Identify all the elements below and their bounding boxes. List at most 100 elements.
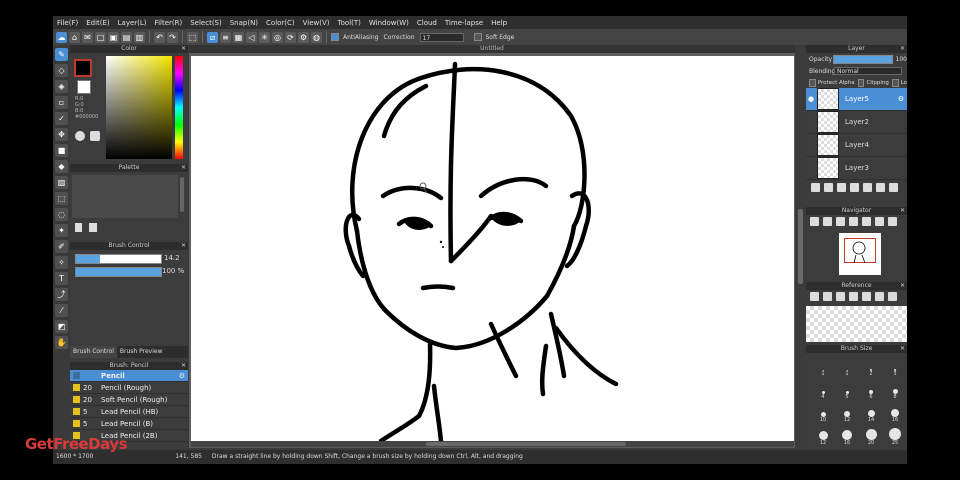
delete-layer-icon[interactable] (863, 182, 872, 192)
home-icon[interactable]: ⌂ (69, 31, 80, 43)
panel-close-icon[interactable]: ✕ (900, 207, 905, 215)
divide-tool-icon[interactable]: ◩ (55, 320, 68, 333)
brush-item[interactable]: 5 Lead Pencil (B) (70, 418, 188, 430)
selection-icon[interactable]: ⬚ (187, 31, 198, 43)
brush-item[interactable]: 20 Soft Pencil (Rough) (70, 394, 188, 406)
bg-color-swatch[interactable] (77, 80, 91, 94)
chat-icon[interactable]: ✉ (82, 31, 93, 43)
fit-icon[interactable] (888, 217, 897, 226)
reference-fit-icon[interactable] (875, 292, 884, 301)
panel-close-icon[interactable]: ✕ (181, 362, 186, 370)
rotate-left-icon[interactable] (849, 217, 858, 226)
brush-item[interactable]: 5 Lead Pencil (HB) (70, 406, 188, 418)
palette-delete-icon[interactable] (89, 223, 97, 232)
brush-size-cell[interactable]: 16 (836, 424, 858, 446)
brush-size-cell[interactable]: 1 (836, 355, 858, 377)
eraser-tool-icon[interactable]: ◇ (55, 64, 68, 77)
brush-size-cell[interactable]: 1 (812, 355, 834, 377)
canvas-tab[interactable]: Untitled (189, 45, 795, 53)
menu-select[interactable]: Select(S) (186, 19, 226, 27)
brush-item[interactable]: Pencil ⚙ (70, 370, 188, 382)
operation-tool-icon[interactable]: ⤴ (55, 288, 68, 301)
layer-blending-select[interactable]: Normal (834, 67, 902, 75)
menu-timelapse[interactable]: Time-lapse (441, 19, 487, 27)
menu-window[interactable]: Window(W) (365, 19, 413, 27)
undo-icon[interactable]: ↶ (154, 31, 165, 43)
drawing-canvas[interactable] (191, 56, 794, 441)
merge-layer-icon[interactable] (889, 182, 898, 192)
layer-settings-icon[interactable]: ⚙ (898, 95, 904, 103)
brush-size-cell[interactable]: 14 (860, 401, 882, 423)
menu-view[interactable]: View(V) (299, 19, 334, 27)
add-halftone-layer-icon[interactable] (824, 182, 833, 192)
reference-open-icon[interactable] (823, 292, 832, 301)
brush-size-slider[interactable] (75, 254, 162, 264)
panel-close-icon[interactable]: ✕ (181, 164, 186, 172)
menu-file[interactable]: File(F) (53, 19, 82, 27)
palette-scrollbar[interactable] (180, 177, 184, 212)
export-icon[interactable]: ▥ (134, 31, 145, 43)
layer-opacity-slider[interactable] (832, 54, 893, 64)
layer-item[interactable]: Layer2 (806, 111, 907, 134)
navigator-preview[interactable] (839, 233, 881, 275)
antialiasing-checkbox[interactable] (331, 33, 339, 41)
clipping-checkbox[interactable] (857, 78, 865, 87)
hand-tool-icon[interactable]: ✋ (55, 336, 68, 349)
horizontal-scrollbar[interactable] (191, 441, 794, 447)
panel-close-icon[interactable]: ✕ (900, 282, 905, 290)
add-layer-icon[interactable] (811, 182, 820, 192)
eye-icon[interactable]: ● (806, 95, 816, 103)
hue-slider[interactable] (175, 56, 183, 159)
brush-size-cell[interactable]: 12 (812, 424, 834, 446)
open-icon[interactable]: ▤ (121, 31, 132, 43)
actual-size-icon[interactable] (836, 217, 845, 226)
brush-size-cell[interactable]: 10 (812, 401, 834, 423)
brush-opacity-slider[interactable] (75, 267, 162, 277)
select-rect-icon[interactable]: ⬚ (55, 192, 68, 205)
horizontal-scroll-thumb[interactable] (426, 442, 626, 446)
brush-size-cell[interactable]: 6 (860, 378, 882, 400)
blur-tool-icon[interactable]: ◈ (55, 80, 68, 93)
menu-tool[interactable]: Tool(T) (334, 19, 365, 27)
gradient-tool-icon[interactable]: ▨ (55, 176, 68, 189)
reference-eyedropper-icon[interactable] (888, 292, 897, 301)
panel-close-icon[interactable]: ✕ (181, 242, 186, 250)
brush-size-cell[interactable]: 3 (884, 355, 906, 377)
cloud-icon[interactable]: ☁ (56, 31, 67, 43)
layer-item[interactable]: Layer4 (806, 134, 907, 157)
menu-filter[interactable]: Filter(R) (151, 19, 187, 27)
brush-tool-icon[interactable]: ✎ (55, 48, 68, 61)
reference-zoom-in-icon[interactable] (849, 292, 858, 301)
saturation-value-picker[interactable] (106, 56, 172, 159)
new-file-icon[interactable]: □ (95, 31, 106, 43)
brush-size-cell[interactable]: 20 (860, 424, 882, 446)
layer-item[interactable]: Layer3 (806, 157, 907, 180)
text-tool-icon[interactable]: T (55, 272, 68, 285)
panel-close-icon[interactable]: ✕ (900, 345, 905, 353)
fill-tool-icon[interactable]: ◆ (55, 160, 68, 173)
layer-folder-icon[interactable] (876, 182, 885, 192)
menu-edit[interactable]: Edit(E) (82, 19, 113, 27)
layer-item[interactable]: ● Layer5 ⚙ (806, 88, 907, 111)
tab-brush-control[interactable]: Brush Control (70, 346, 117, 358)
dot-tool-icon[interactable]: ▫ (55, 96, 68, 109)
move-tool-icon[interactable]: ✥ (55, 128, 68, 141)
save-icon[interactable]: ▣ (108, 31, 119, 43)
snap-curve-icon[interactable]: ⟳ (285, 31, 296, 43)
brush-item[interactable]: 20 Pencil (Rough) (70, 382, 188, 394)
palette-area[interactable] (72, 175, 178, 218)
menu-color[interactable]: Color(C) (262, 19, 299, 27)
brush-size-cell[interactable]: 2 (860, 355, 882, 377)
brush-size-cell[interactable]: 5 (836, 378, 858, 400)
snap-radial-icon[interactable]: ✳ (259, 31, 270, 43)
color-mode-icon[interactable] (90, 131, 100, 141)
panel-close-icon[interactable]: ✕ (900, 45, 905, 53)
correction-select[interactable]: 17 (419, 32, 464, 42)
protect-alpha-checkbox[interactable] (809, 78, 816, 87)
eyedropper-icon[interactable]: ⁄ (55, 304, 68, 317)
duplicate-layer-icon[interactable] (850, 182, 859, 192)
add-1bit-layer-icon[interactable] (837, 182, 846, 192)
snap-off-icon[interactable]: ⧄ (207, 31, 218, 43)
tab-brush-preview[interactable]: Brush Preview (117, 346, 166, 358)
rotate-right-icon[interactable] (862, 217, 871, 226)
